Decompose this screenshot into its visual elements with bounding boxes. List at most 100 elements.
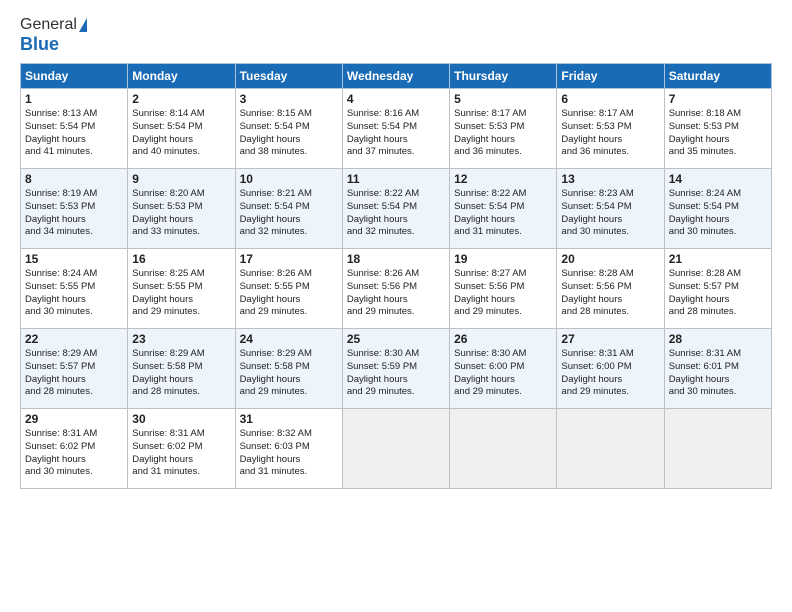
sunset-text: Sunset: 5:54 PM [25, 121, 123, 134]
sunset-text: Sunset: 5:55 PM [240, 281, 338, 294]
calendar-cell [450, 409, 557, 489]
daylight-label: Daylight hours [669, 214, 767, 227]
calendar-cell: 17 Sunrise: 8:26 AM Sunset: 5:55 PM Dayl… [235, 249, 342, 329]
daylight-value: and 29 minutes. [132, 306, 230, 319]
calendar-cell: 22 Sunrise: 8:29 AM Sunset: 5:57 PM Dayl… [21, 329, 128, 409]
sunset-text: Sunset: 5:53 PM [25, 201, 123, 214]
logo-blue-text: Blue [20, 34, 59, 55]
daylight-value: and 32 minutes. [240, 226, 338, 239]
daylight-label: Daylight hours [132, 134, 230, 147]
calendar-day-header: Sunday [21, 64, 128, 89]
sunrise-text: Sunrise: 8:13 AM [25, 108, 123, 121]
sunrise-text: Sunrise: 8:31 AM [669, 348, 767, 361]
daylight-value: and 28 minutes. [132, 386, 230, 399]
daylight-value: and 38 minutes. [240, 146, 338, 159]
daylight-label: Daylight hours [25, 454, 123, 467]
daylight-label: Daylight hours [132, 454, 230, 467]
calendar-week-row: 15 Sunrise: 8:24 AM Sunset: 5:55 PM Dayl… [21, 249, 772, 329]
sunrise-text: Sunrise: 8:24 AM [25, 268, 123, 281]
sunset-text: Sunset: 5:54 PM [132, 121, 230, 134]
day-number: 14 [669, 172, 767, 186]
sunset-text: Sunset: 5:56 PM [347, 281, 445, 294]
calendar-cell: 4 Sunrise: 8:16 AM Sunset: 5:54 PM Dayli… [342, 89, 449, 169]
daylight-label: Daylight hours [347, 374, 445, 387]
daylight-label: Daylight hours [25, 134, 123, 147]
logo: General Blue [20, 16, 87, 55]
sunrise-text: Sunrise: 8:17 AM [454, 108, 552, 121]
daylight-label: Daylight hours [669, 294, 767, 307]
day-number: 1 [25, 92, 123, 106]
calendar-cell: 12 Sunrise: 8:22 AM Sunset: 5:54 PM Dayl… [450, 169, 557, 249]
calendar-day-header: Friday [557, 64, 664, 89]
sunset-text: Sunset: 5:54 PM [561, 201, 659, 214]
sunset-text: Sunset: 6:03 PM [240, 441, 338, 454]
calendar-week-row: 8 Sunrise: 8:19 AM Sunset: 5:53 PM Dayli… [21, 169, 772, 249]
calendar-day-header: Thursday [450, 64, 557, 89]
day-number: 10 [240, 172, 338, 186]
daylight-label: Daylight hours [25, 374, 123, 387]
day-number: 27 [561, 332, 659, 346]
daylight-value: and 40 minutes. [132, 146, 230, 159]
calendar-day-header: Tuesday [235, 64, 342, 89]
daylight-label: Daylight hours [240, 214, 338, 227]
sunrise-text: Sunrise: 8:15 AM [240, 108, 338, 121]
sunset-text: Sunset: 5:57 PM [669, 281, 767, 294]
sunrise-text: Sunrise: 8:26 AM [240, 268, 338, 281]
sunset-text: Sunset: 5:54 PM [454, 201, 552, 214]
daylight-value: and 32 minutes. [347, 226, 445, 239]
sunset-text: Sunset: 6:00 PM [561, 361, 659, 374]
sunrise-text: Sunrise: 8:31 AM [561, 348, 659, 361]
daylight-value: and 31 minutes. [132, 466, 230, 479]
day-number: 19 [454, 252, 552, 266]
sunrise-text: Sunrise: 8:30 AM [347, 348, 445, 361]
calendar-cell: 18 Sunrise: 8:26 AM Sunset: 5:56 PM Dayl… [342, 249, 449, 329]
daylight-label: Daylight hours [240, 134, 338, 147]
sunrise-text: Sunrise: 8:29 AM [25, 348, 123, 361]
daylight-value: and 29 minutes. [240, 386, 338, 399]
calendar-cell: 20 Sunrise: 8:28 AM Sunset: 5:56 PM Dayl… [557, 249, 664, 329]
daylight-value: and 28 minutes. [25, 386, 123, 399]
daylight-value: and 30 minutes. [25, 306, 123, 319]
calendar-cell: 31 Sunrise: 8:32 AM Sunset: 6:03 PM Dayl… [235, 409, 342, 489]
calendar-cell [664, 409, 771, 489]
sunset-text: Sunset: 6:02 PM [132, 441, 230, 454]
daylight-value: and 30 minutes. [25, 466, 123, 479]
day-number: 21 [669, 252, 767, 266]
calendar-cell: 3 Sunrise: 8:15 AM Sunset: 5:54 PM Dayli… [235, 89, 342, 169]
calendar-cell [557, 409, 664, 489]
calendar-cell: 19 Sunrise: 8:27 AM Sunset: 5:56 PM Dayl… [450, 249, 557, 329]
sunset-text: Sunset: 5:59 PM [347, 361, 445, 374]
calendar-week-row: 1 Sunrise: 8:13 AM Sunset: 5:54 PM Dayli… [21, 89, 772, 169]
calendar-cell [342, 409, 449, 489]
daylight-label: Daylight hours [454, 134, 552, 147]
calendar-cell: 23 Sunrise: 8:29 AM Sunset: 5:58 PM Dayl… [128, 329, 235, 409]
sunset-text: Sunset: 5:54 PM [240, 201, 338, 214]
sunset-text: Sunset: 5:57 PM [25, 361, 123, 374]
daylight-label: Daylight hours [132, 214, 230, 227]
sunrise-text: Sunrise: 8:27 AM [454, 268, 552, 281]
calendar-cell: 26 Sunrise: 8:30 AM Sunset: 6:00 PM Dayl… [450, 329, 557, 409]
calendar-cell: 30 Sunrise: 8:31 AM Sunset: 6:02 PM Dayl… [128, 409, 235, 489]
day-number: 13 [561, 172, 659, 186]
day-number: 6 [561, 92, 659, 106]
daylight-value: and 36 minutes. [454, 146, 552, 159]
sunset-text: Sunset: 5:54 PM [669, 201, 767, 214]
calendar-cell: 6 Sunrise: 8:17 AM Sunset: 5:53 PM Dayli… [557, 89, 664, 169]
sunset-text: Sunset: 5:58 PM [132, 361, 230, 374]
calendar-cell: 25 Sunrise: 8:30 AM Sunset: 5:59 PM Dayl… [342, 329, 449, 409]
daylight-value: and 30 minutes. [669, 226, 767, 239]
day-number: 25 [347, 332, 445, 346]
daylight-label: Daylight hours [454, 294, 552, 307]
sunset-text: Sunset: 5:53 PM [454, 121, 552, 134]
sunrise-text: Sunrise: 8:30 AM [454, 348, 552, 361]
daylight-label: Daylight hours [240, 294, 338, 307]
calendar-header-row: SundayMondayTuesdayWednesdayThursdayFrid… [21, 64, 772, 89]
calendar-week-row: 22 Sunrise: 8:29 AM Sunset: 5:57 PM Dayl… [21, 329, 772, 409]
sunset-text: Sunset: 6:01 PM [669, 361, 767, 374]
daylight-value: and 29 minutes. [454, 386, 552, 399]
daylight-label: Daylight hours [25, 214, 123, 227]
daylight-value: and 36 minutes. [561, 146, 659, 159]
calendar-day-header: Saturday [664, 64, 771, 89]
sunset-text: Sunset: 5:58 PM [240, 361, 338, 374]
sunrise-text: Sunrise: 8:31 AM [25, 428, 123, 441]
